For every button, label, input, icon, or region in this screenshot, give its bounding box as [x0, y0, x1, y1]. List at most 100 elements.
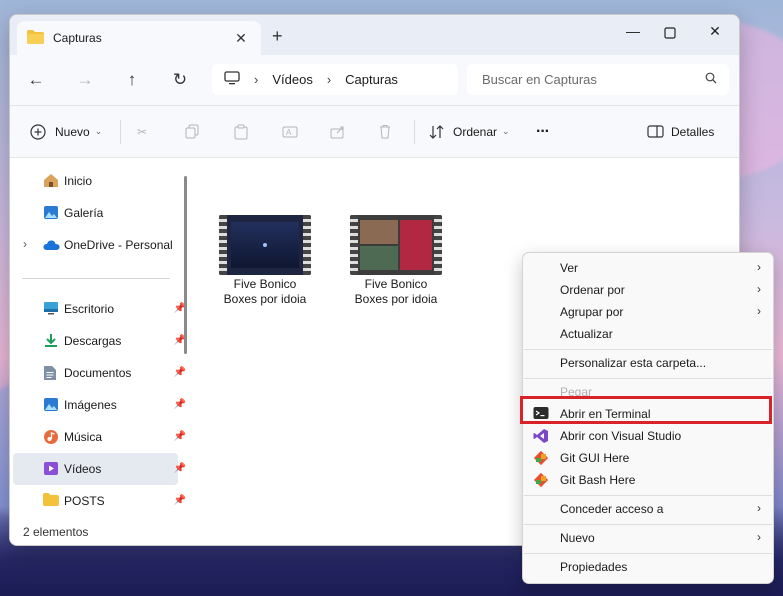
menu-item-agrupar-por[interactable]: Agrupar por › — [523, 301, 773, 323]
sidebar-item-imagenes[interactable]: Imágenes 📌 — [13, 389, 186, 421]
pin-icon[interactable]: 📌 — [174, 399, 186, 410]
pictures-icon — [43, 397, 59, 415]
menu-separator — [524, 495, 772, 496]
menu-item-label: Ver — [560, 261, 579, 275]
copy-icon[interactable] — [185, 106, 199, 157]
search-input[interactable]: Buscar en Capturas — [482, 72, 705, 87]
navigation-bar: ← → ↑ ↻ › Vídeos › Capturas Buscar en Ca… — [10, 55, 739, 106]
menu-separator — [524, 524, 772, 525]
tab-capturas[interactable]: Capturas ✕ — [17, 21, 261, 55]
menu-item-label: Propiedades — [560, 560, 628, 574]
chevron-right-icon: › — [757, 501, 761, 515]
visual-studio-icon — [533, 428, 549, 447]
sidebar-item-videos[interactable]: Vídeos 📌 — [13, 453, 186, 485]
details-label: Detalles — [671, 124, 715, 139]
close-tab-icon[interactable]: ✕ — [233, 30, 249, 47]
new-tab-button[interactable]: + — [272, 27, 283, 45]
minimize-icon[interactable]: — — [621, 23, 645, 43]
highlight-box — [520, 396, 772, 424]
sidebar-item-label: Escritorio — [64, 302, 115, 316]
sort-label: Ordenar — [453, 124, 498, 139]
menu-item-actualizar[interactable]: Actualizar — [523, 323, 773, 345]
divider — [414, 120, 415, 144]
menu-item-ver[interactable]: Ver › — [523, 257, 773, 279]
file-item[interactable]: Five Bonico Boxes por idoia — [341, 215, 451, 307]
file-name-line: Boxes por idoia — [354, 292, 438, 306]
cut-icon[interactable]: ✂ — [137, 106, 147, 157]
menu-item-personalizar[interactable]: Personalizar esta carpeta... — [523, 352, 773, 374]
menu-separator — [524, 378, 772, 379]
music-icon — [43, 429, 59, 448]
pin-icon[interactable]: 📌 — [174, 463, 186, 474]
chevron-down-icon: ⌄ — [502, 126, 510, 136]
file-item[interactable]: Five Bonico Boxes por idoia — [210, 215, 320, 307]
sidebar-item-onedrive[interactable]: › OneDrive - Personal — [13, 229, 178, 261]
desktop-icon — [43, 301, 59, 318]
close-window-icon[interactable]: ✕ — [703, 23, 727, 43]
tab-title: Capturas — [53, 31, 102, 45]
menu-separator — [524, 349, 772, 350]
search-icon — [705, 72, 717, 87]
sidebar-item-label: Documentos — [64, 366, 132, 380]
sidebar-item-label: Imágenes — [64, 398, 117, 412]
divider — [22, 278, 170, 279]
up-arrow-icon[interactable]: ↑ — [121, 69, 143, 91]
share-icon[interactable] — [330, 106, 346, 157]
sidebar-item-documentos[interactable]: Documentos 📌 — [13, 357, 186, 389]
forward-arrow-icon[interactable]: → — [74, 69, 96, 91]
navigation-pane: Inicio Galería › OneDrive - Personal Esc… — [10, 158, 192, 516]
item-count: 2 elementos — [23, 525, 89, 539]
search-box[interactable]: Buscar en Capturas — [467, 64, 729, 95]
new-button[interactable]: Nuevo ⌄ — [30, 106, 102, 157]
computer-icon — [224, 71, 240, 88]
download-icon — [43, 333, 59, 351]
pin-icon[interactable]: 📌 — [174, 431, 186, 442]
menu-item-git-bash-here[interactable]: Git Bash Here — [523, 469, 773, 491]
chevron-right-icon: › — [254, 72, 259, 87]
sort-button[interactable]: Ordenar ⌄ — [429, 106, 510, 157]
menu-item-label: Abrir con Visual Studio — [560, 429, 682, 443]
documents-icon — [43, 365, 57, 384]
more-options-button[interactable]: ··· — [536, 106, 550, 157]
details-pane-icon — [647, 125, 664, 138]
sidebar-item-label: Inicio — [64, 174, 93, 188]
address-bar[interactable]: › Vídeos › Capturas — [212, 64, 458, 95]
maximize-icon[interactable] — [658, 23, 682, 43]
refresh-icon[interactable]: ↻ — [169, 69, 191, 91]
git-bash-icon — [533, 472, 549, 491]
menu-item-git-gui-here[interactable]: Git GUI Here — [523, 447, 773, 469]
sidebar-item-inicio[interactable]: Inicio — [13, 165, 178, 197]
breadcrumb-videos[interactable]: Vídeos — [272, 72, 312, 87]
rename-icon[interactable]: A — [282, 106, 298, 157]
chevron-right-icon: › — [23, 237, 27, 251]
menu-item-label: Agrupar por — [560, 305, 624, 319]
menu-item-nuevo[interactable]: Nuevo › — [523, 527, 773, 549]
breadcrumb-capturas[interactable]: Capturas — [345, 72, 398, 87]
menu-item-label: Conceder acceso a — [560, 502, 664, 516]
video-thumbnail — [219, 215, 311, 275]
paste-icon[interactable] — [234, 106, 248, 157]
command-bar: Nuevo ⌄ ✂ A Ordenar ⌄ ··· Detalles — [10, 106, 739, 158]
sidebar-item-label: POSTS — [64, 494, 105, 508]
sidebar-item-galeria[interactable]: Galería — [13, 197, 178, 229]
delete-icon[interactable] — [378, 106, 392, 157]
menu-item-abrir-con-visual-studio[interactable]: Abrir con Visual Studio — [523, 425, 773, 447]
sidebar-scrollbar[interactable] — [184, 176, 187, 354]
sidebar-item-posts[interactable]: POSTS 📌 — [13, 485, 186, 517]
chevron-down-icon: ⌄ — [94, 126, 103, 136]
details-button[interactable]: Detalles — [647, 106, 714, 157]
sidebar-item-escritorio[interactable]: Escritorio 📌 — [13, 293, 186, 325]
menu-item-propiedades[interactable]: Propiedades — [523, 556, 773, 578]
menu-item-label: Ordenar por — [560, 283, 625, 297]
menu-item-label: Git Bash Here — [560, 473, 636, 487]
sidebar-item-descargas[interactable]: Descargas 📌 — [13, 325, 186, 357]
sidebar-item-musica[interactable]: Música 📌 — [13, 421, 186, 453]
menu-separator — [524, 553, 772, 554]
git-gui-icon — [533, 450, 549, 469]
back-arrow-icon[interactable]: ← — [25, 69, 47, 91]
pin-icon[interactable]: 📌 — [174, 495, 186, 506]
menu-item-conceder-acceso[interactable]: Conceder acceso a › — [523, 498, 773, 520]
menu-item-ordenar-por[interactable]: Ordenar por › — [523, 279, 773, 301]
pin-icon[interactable]: 📌 — [174, 367, 186, 378]
video-thumbnail — [350, 215, 442, 275]
